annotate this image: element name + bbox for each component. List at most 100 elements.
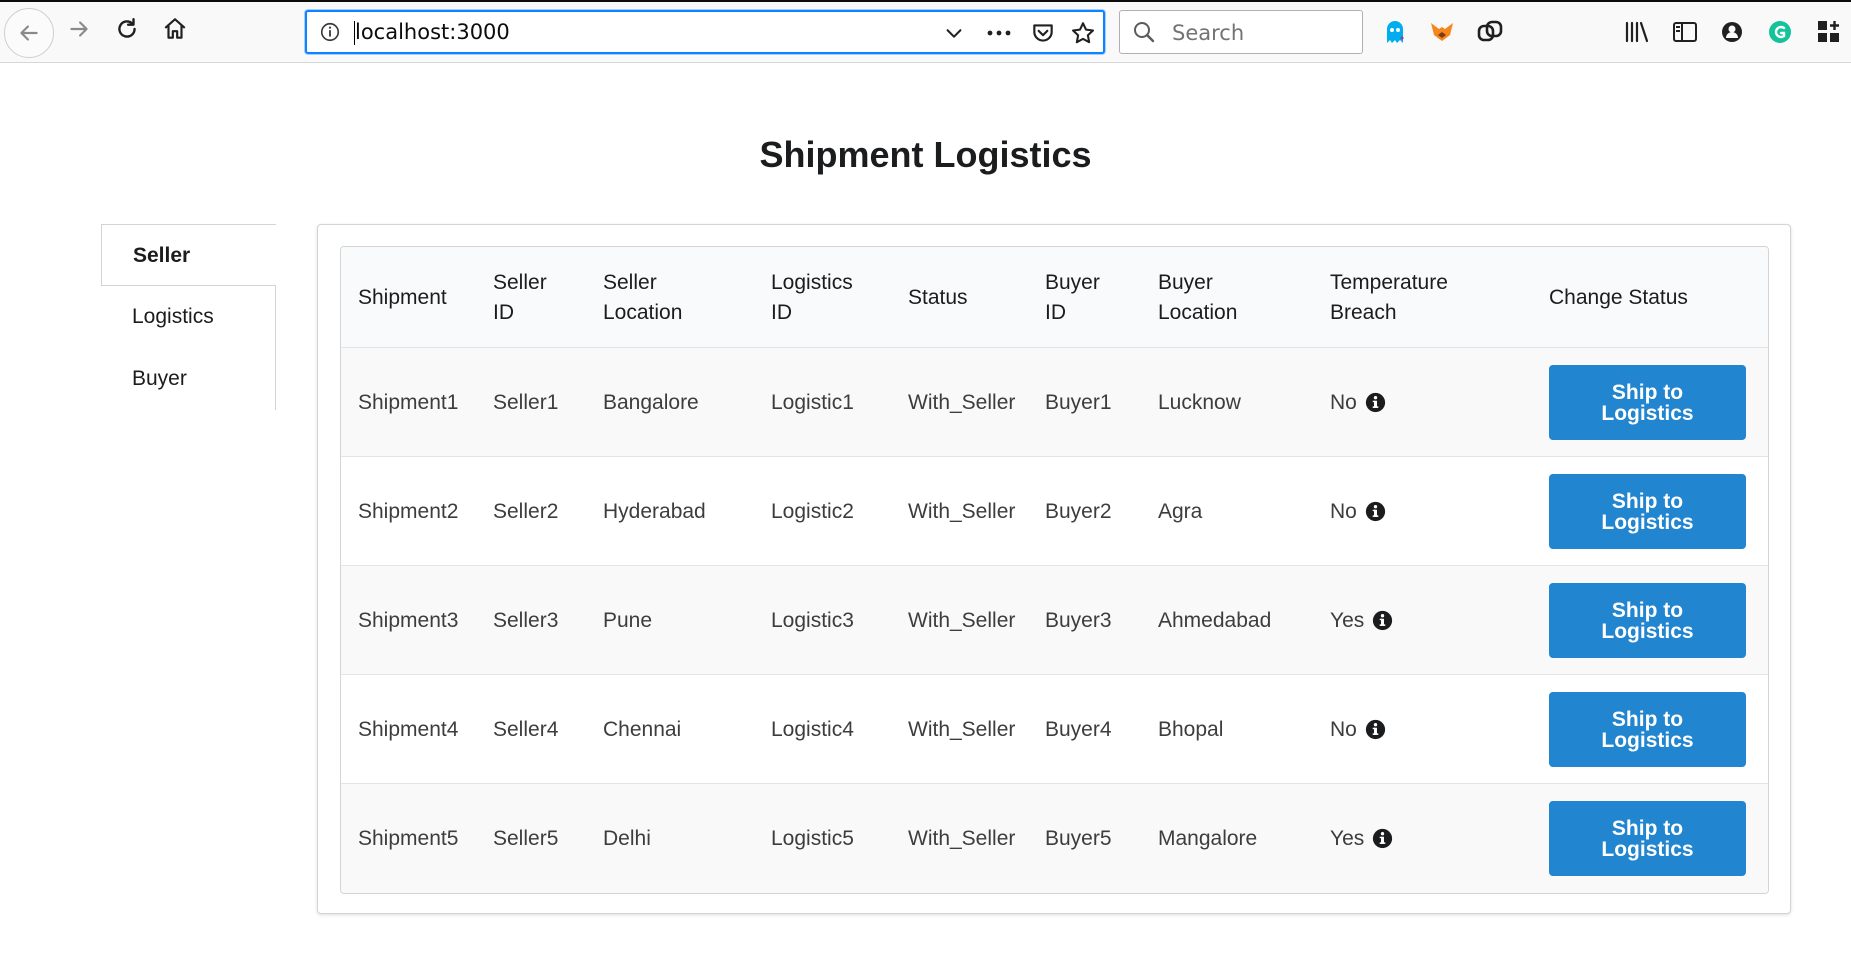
metamask-extension-icon[interactable] xyxy=(1427,17,1457,47)
cell-shipment: Shipment3 xyxy=(358,608,459,632)
home-button[interactable] xyxy=(158,12,192,46)
reload-icon xyxy=(118,18,136,38)
browser-toolbar: localhost:3000 Search xyxy=(0,0,1851,63)
cell-seller-location: Pune xyxy=(603,608,653,632)
cell-seller-location: Chennai xyxy=(603,717,682,741)
link-extension-icon[interactable] xyxy=(1475,17,1505,47)
table-row: Shipment5 Seller5 Delhi Logistic5 With_S… xyxy=(341,784,1768,893)
temperature-breach-value: Yes xyxy=(1330,826,1365,850)
shipments-table: Shipment Seller ID Seller Location Logis… xyxy=(340,246,1769,894)
menu-item-logistics[interactable]: Logistics xyxy=(101,286,276,348)
table-row: Shipment1 Seller1 Bangalore Logistic1 Wi… xyxy=(341,348,1768,457)
cell-seller-location: Bangalore xyxy=(603,390,699,414)
table-row: Shipment2 Seller2 Hyderabad Logistic2 Wi… xyxy=(341,457,1768,566)
cell-shipment: Shipment4 xyxy=(358,717,459,741)
ship-to-logistics-button[interactable]: Ship to Logistics xyxy=(1549,692,1746,767)
grammarly-icon[interactable] xyxy=(1765,17,1795,47)
temperature-breach-value: No xyxy=(1330,390,1357,414)
cell-seller-id: Seller1 xyxy=(493,390,559,414)
cell-temperature-breach: No xyxy=(1330,675,1386,784)
cell-seller-id: Seller2 xyxy=(493,499,559,523)
cell-temperature-breach: No xyxy=(1330,348,1386,457)
header-buyer-id: Buyer ID xyxy=(1045,270,1100,324)
back-arrow-icon xyxy=(20,25,38,41)
menu-item-buyer[interactable]: Buyer xyxy=(101,348,276,410)
apps-grid-icon[interactable] xyxy=(1814,17,1844,47)
cell-buyer-location: Lucknow xyxy=(1158,390,1241,414)
cell-buyer-location: Bhopal xyxy=(1158,717,1224,741)
bookmark-star-icon[interactable] xyxy=(1070,20,1096,46)
search-icon xyxy=(1134,22,1155,43)
cell-buyer-id: Buyer4 xyxy=(1045,717,1112,741)
url-text[interactable]: localhost:3000 xyxy=(355,20,510,44)
ship-to-logistics-button[interactable]: Ship to Logistics xyxy=(1549,365,1746,440)
ship-to-logistics-button[interactable]: Ship to Logistics xyxy=(1549,583,1746,658)
temperature-breach-value: No xyxy=(1330,717,1357,741)
cell-seller-id: Seller5 xyxy=(493,826,559,850)
cell-shipment: Shipment5 xyxy=(358,826,459,850)
cell-logistics-id: Logistic4 xyxy=(771,717,854,741)
info-circle-icon[interactable] xyxy=(1372,828,1393,849)
cell-shipment: Shipment1 xyxy=(358,390,459,414)
ship-to-logistics-button[interactable]: Ship to Logistics xyxy=(1549,801,1746,876)
cell-logistics-id: Logistic3 xyxy=(771,608,854,632)
temperature-breach-value: Yes xyxy=(1330,608,1365,632)
table-body: Shipment1 Seller1 Bangalore Logistic1 Wi… xyxy=(341,348,1768,893)
cell-buyer-location: Mangalore xyxy=(1158,826,1258,850)
cell-temperature-breach: Yes xyxy=(1330,566,1393,675)
account-icon[interactable] xyxy=(1717,17,1747,47)
side-menu: Seller Logistics Buyer xyxy=(101,224,276,410)
sidebar-toggle-icon[interactable] xyxy=(1670,17,1700,47)
header-seller-id: Seller ID xyxy=(493,270,547,324)
cell-shipment: Shipment2 xyxy=(358,499,459,523)
header-logistics-id: Logistics ID xyxy=(771,270,853,324)
info-circle-icon[interactable] xyxy=(1365,392,1386,413)
cell-seller-location: Hyderabad xyxy=(603,499,706,523)
cell-buyer-id: Buyer1 xyxy=(1045,390,1112,414)
header-temperature-breach: Temperature Breach xyxy=(1330,270,1448,324)
info-circle-icon[interactable] xyxy=(1365,719,1386,740)
home-icon xyxy=(164,18,186,39)
ghostery-extension-icon[interactable] xyxy=(1380,17,1410,47)
info-icon[interactable] xyxy=(319,21,341,43)
cell-temperature-breach: No xyxy=(1330,457,1386,566)
table-header: Shipment Seller ID Seller Location Logis… xyxy=(341,247,1768,348)
ship-to-logistics-button[interactable]: Ship to Logistics xyxy=(1549,474,1746,549)
forward-button[interactable] xyxy=(62,12,96,46)
cell-status: With_Seller xyxy=(908,826,1016,850)
cell-logistics-id: Logistic1 xyxy=(771,390,854,414)
url-bar[interactable]: localhost:3000 xyxy=(305,10,1105,54)
table-row: Shipment4 Seller4 Chennai Logistic4 With… xyxy=(341,675,1768,784)
cell-seller-id: Seller3 xyxy=(493,608,559,632)
back-button[interactable] xyxy=(4,8,54,58)
cell-logistics-id: Logistic2 xyxy=(771,499,854,523)
cell-seller-id: Seller4 xyxy=(493,717,559,741)
info-circle-icon[interactable] xyxy=(1365,501,1386,522)
page-title: Shipment Logistics xyxy=(759,134,1092,175)
header-shipment: Shipment xyxy=(358,285,447,309)
header-buyer-location: Buyer Location xyxy=(1158,270,1238,324)
cell-status: With_Seller xyxy=(908,499,1016,523)
cell-buyer-location: Ahmedabad xyxy=(1158,608,1272,632)
cell-status: With_Seller xyxy=(908,390,1016,414)
library-icon[interactable] xyxy=(1622,17,1652,47)
more-icon[interactable] xyxy=(985,22,1013,44)
cell-logistics-id: Logistic5 xyxy=(771,826,854,850)
cell-buyer-location: Agra xyxy=(1158,499,1203,523)
chevron-down-icon[interactable] xyxy=(943,22,965,44)
search-bar[interactable]: Search xyxy=(1119,10,1363,54)
cell-status: With_Seller xyxy=(908,608,1016,632)
cell-buyer-id: Buyer2 xyxy=(1045,499,1112,523)
info-circle-icon[interactable] xyxy=(1372,610,1393,631)
table-row: Shipment3 Seller3 Pune Logistic3 With_Se… xyxy=(341,566,1768,675)
pocket-icon[interactable] xyxy=(1030,20,1056,46)
reload-button[interactable] xyxy=(110,12,144,46)
cell-temperature-breach: Yes xyxy=(1330,784,1393,893)
cell-seller-location: Delhi xyxy=(603,826,651,850)
forward-arrow-icon xyxy=(70,21,88,37)
header-change-status: Change Status xyxy=(1549,285,1688,309)
search-placeholder: Search xyxy=(1172,21,1245,45)
header-status: Status xyxy=(908,285,968,309)
cell-buyer-id: Buyer5 xyxy=(1045,826,1112,850)
menu-item-seller[interactable]: Seller xyxy=(101,224,276,286)
